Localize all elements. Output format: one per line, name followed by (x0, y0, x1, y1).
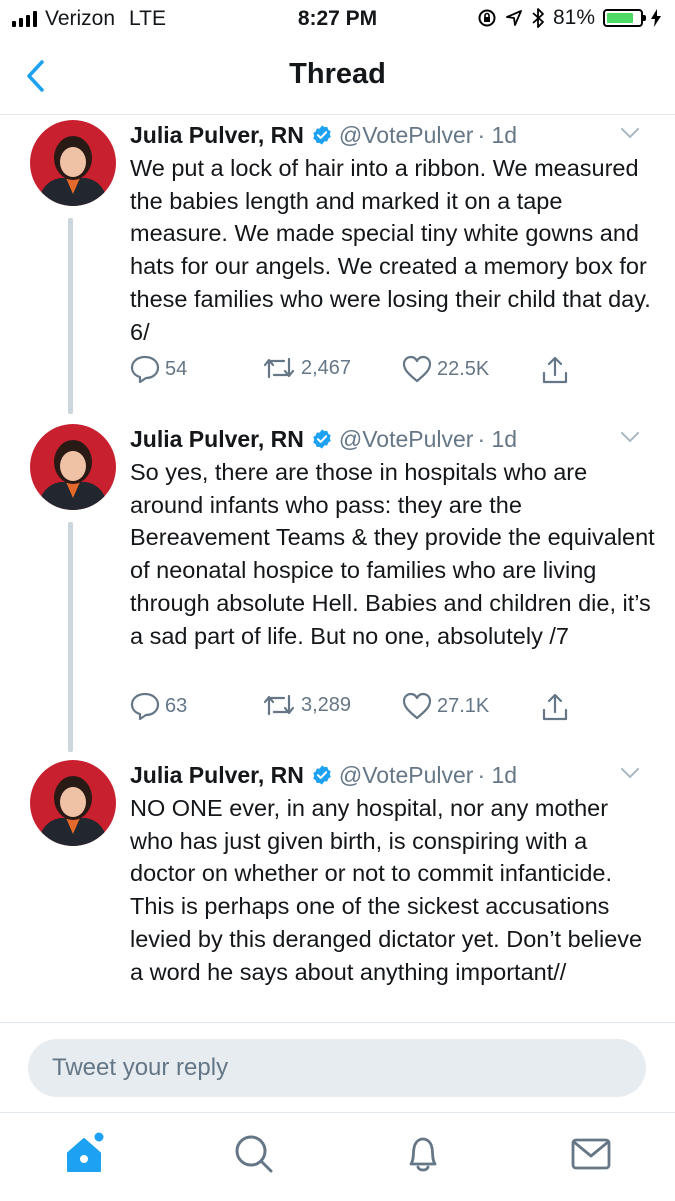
tweet-header: Julia Pulver, RN @VotePulver · 1d (130, 424, 655, 454)
tweet-actions: 63 3,289 27.1K (130, 692, 590, 722)
heart-icon (402, 692, 432, 720)
status-bar: Verizon LTE 8:27 PM 81% (0, 0, 675, 40)
heart-icon (402, 355, 432, 383)
bluetooth-icon (532, 8, 544, 28)
charging-icon (651, 9, 661, 27)
share-icon (542, 693, 568, 721)
reply-count: 63 (165, 694, 188, 717)
author-handle[interactable]: @VotePulver (339, 760, 474, 790)
reply-count: 54 (165, 357, 188, 380)
retweet-count: 2,467 (301, 356, 352, 379)
reply-icon (130, 692, 160, 720)
chevron-down-icon[interactable] (619, 122, 641, 144)
retweet-icon (263, 357, 295, 379)
reply-button[interactable]: 63 (130, 692, 187, 720)
share-button[interactable] (540, 692, 570, 722)
share-icon (542, 356, 568, 384)
tweet-actions: 54 2,467 22.5K (130, 355, 590, 385)
author-name[interactable]: Julia Pulver, RN (130, 120, 304, 150)
home-icon[interactable] (62, 1131, 106, 1175)
like-button[interactable]: 22.5K (402, 355, 489, 383)
reply-icon (130, 355, 160, 383)
tweet-header: Julia Pulver, RN @VotePulver · 1d (130, 120, 655, 150)
retweet-icon (263, 694, 295, 716)
author-name[interactable]: Julia Pulver, RN (130, 424, 304, 454)
chevron-down-icon[interactable] (619, 426, 641, 448)
status-right: 81% (477, 6, 661, 30)
avatar[interactable] (30, 120, 116, 206)
location-icon (506, 10, 522, 26)
like-count: 22.5K (437, 357, 490, 380)
tweet-text: NO ONE ever, in any hospital, nor any mo… (130, 795, 643, 985)
thread-line (68, 522, 73, 752)
battery-icon (603, 9, 646, 27)
search-icon[interactable] (231, 1131, 275, 1175)
tweet-time: · 1d (477, 762, 518, 788)
verified-badge-icon (313, 125, 331, 145)
like-button[interactable]: 27.1K (402, 692, 489, 720)
retweet-button[interactable]: 3,289 (262, 692, 351, 718)
tweet-time: · 1d (477, 426, 518, 452)
tab-bar (0, 1112, 675, 1201)
messages-icon[interactable] (569, 1131, 613, 1175)
tweet-text: We put a lock of hair into a ribbon. We … (130, 155, 651, 345)
page-title: Thread (289, 58, 386, 90)
thread-line (68, 218, 73, 414)
tweet-time: · 1d (477, 122, 518, 148)
author-name[interactable]: Julia Pulver, RN (130, 760, 304, 790)
nav-bar: Thread (0, 40, 675, 115)
tweet-header: Julia Pulver, RN @VotePulver · 1d (130, 760, 655, 790)
verified-badge-icon (313, 765, 331, 785)
notifications-icon[interactable] (401, 1131, 445, 1175)
reply-composer (0, 1022, 675, 1113)
share-button[interactable] (540, 355, 570, 385)
avatar[interactable] (30, 424, 116, 510)
retweet-button[interactable]: 2,467 (262, 355, 351, 381)
battery-percent: 81% (552, 6, 595, 29)
orientation-lock-icon (478, 9, 496, 27)
retweet-count: 3,289 (301, 693, 352, 716)
chevron-down-icon[interactable] (619, 762, 641, 784)
avatar[interactable] (30, 760, 116, 846)
tweet-text: So yes, there are those in hospitals who… (130, 459, 655, 649)
reply-button[interactable]: 54 (130, 355, 187, 383)
verified-badge-icon (313, 429, 331, 449)
like-count: 27.1K (437, 694, 490, 717)
reply-input[interactable] (28, 1039, 646, 1097)
author-handle[interactable]: @VotePulver (339, 120, 474, 150)
author-handle[interactable]: @VotePulver (339, 424, 474, 454)
